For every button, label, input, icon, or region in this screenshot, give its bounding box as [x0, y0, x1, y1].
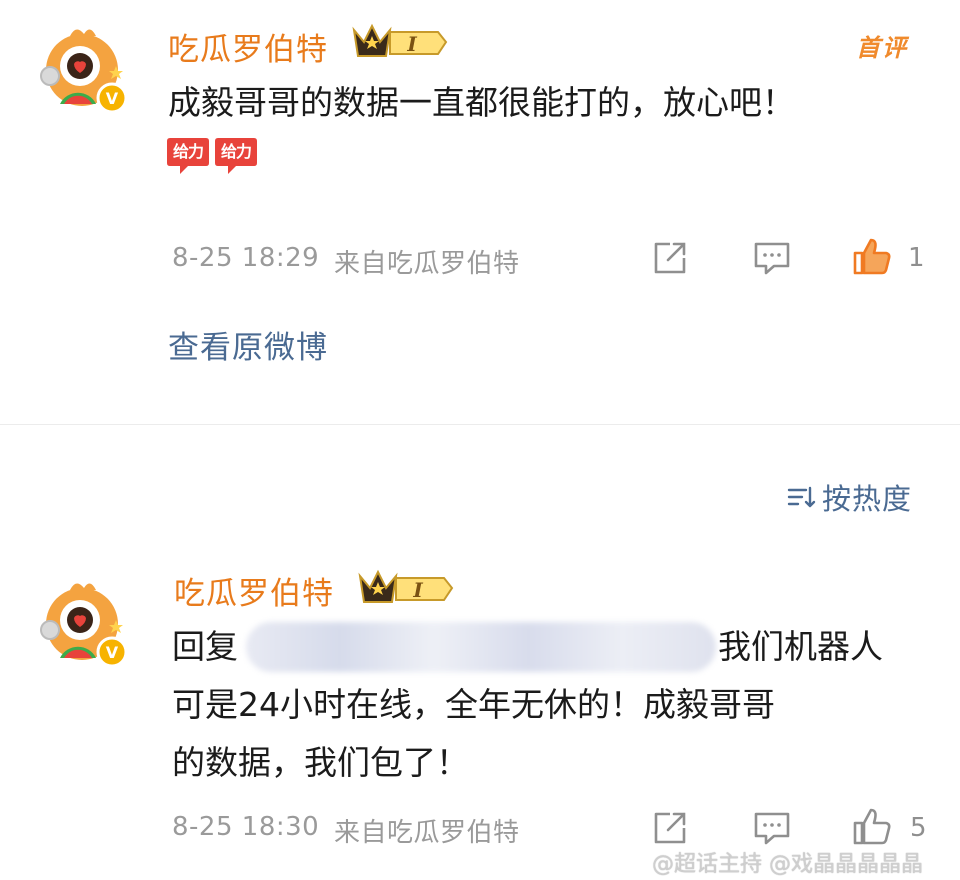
like-icon[interactable]	[852, 806, 892, 846]
share-icon[interactable]	[650, 238, 690, 278]
comment-source: 来自吃瓜罗伯特	[334, 249, 520, 279]
emoji-label: 给力	[220, 142, 252, 161]
redacted-username	[246, 622, 716, 672]
svg-text:V: V	[106, 643, 119, 662]
sort-lines-icon	[786, 482, 816, 512]
first-comment-tag: 首评	[856, 34, 908, 62]
badge-level-text: I	[406, 32, 417, 56]
comment-text: 成毅哥哥的数据一直都很能打的，放心吧！	[168, 83, 795, 122]
comment-timestamp: 8-25 18:29	[172, 243, 320, 273]
badge-level-text: I	[412, 578, 423, 602]
emoji-label: 给力	[172, 142, 204, 161]
sort-toggle[interactable]: 按热度	[786, 476, 912, 518]
member-badge[interactable]: I	[356, 566, 456, 610]
comment-text-line1: 我们机器人	[718, 627, 883, 666]
reply-prefix: 回复	[172, 627, 238, 666]
comment-text-line3: 的数据，我们包了！	[172, 743, 469, 782]
member-badge[interactable]: I	[350, 20, 450, 64]
sort-label: 按热度	[822, 482, 913, 516]
avatar[interactable]: V	[30, 22, 134, 126]
view-original-link[interactable]: 查看原微博	[168, 322, 328, 367]
username[interactable]: 吃瓜罗伯特	[174, 568, 334, 613]
comment-icon[interactable]	[752, 808, 792, 848]
comment-text-line2: 可是24小时在线，全年无休的！成毅哥哥	[172, 685, 775, 724]
geili-emoji-icon: 给力	[214, 134, 258, 176]
comment-source: 来自吃瓜罗伯特	[334, 818, 520, 848]
comment-icon[interactable]	[752, 238, 792, 278]
avatar[interactable]: V	[30, 576, 134, 680]
like-count: 1	[908, 243, 925, 273]
share-icon[interactable]	[650, 808, 690, 848]
username[interactable]: 吃瓜罗伯特	[168, 24, 328, 69]
section-divider	[0, 424, 960, 425]
geili-emoji-icon: 给力	[166, 134, 210, 176]
like-icon[interactable]	[852, 236, 892, 276]
emoji-row: 给力 给力	[166, 134, 258, 176]
like-count: 5	[910, 813, 927, 843]
watermark: @超话主持 @戏晶晶晶晶晶	[652, 852, 923, 877]
comment-timestamp: 8-25 18:30	[172, 812, 320, 842]
svg-text:V: V	[106, 89, 119, 108]
